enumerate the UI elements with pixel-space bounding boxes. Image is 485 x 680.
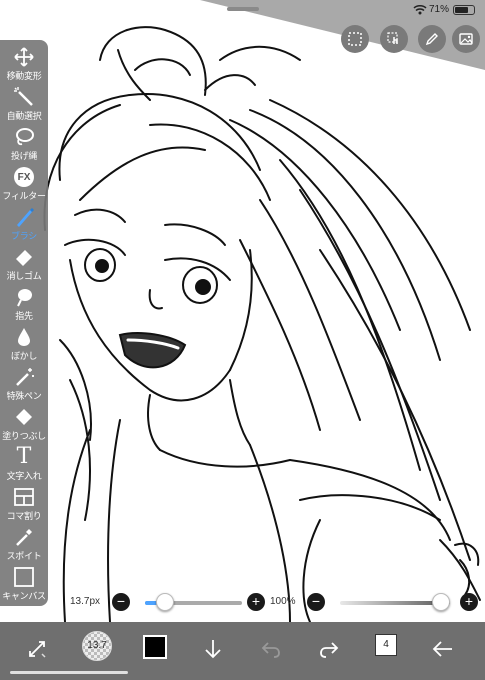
color-picker-button[interactable] <box>143 635 167 659</box>
special-pen-icon <box>16 368 34 386</box>
brush-size-decrease-button[interactable]: − <box>112 593 130 611</box>
battery-percentage: 71% <box>428 4 449 15</box>
tool-smudge[interactable]: 指先 <box>0 284 48 328</box>
tool-blur[interactable]: ぼかし <box>0 324 48 368</box>
image-button[interactable] <box>452 25 480 53</box>
move-icon <box>14 47 34 67</box>
opacity-decrease-button[interactable]: − <box>307 593 325 611</box>
arrow-left-icon <box>432 641 452 657</box>
tool-fill[interactable]: 塗りつぶし <box>0 404 48 448</box>
tool-special-pen[interactable]: 特殊ペン <box>0 364 48 408</box>
tool-label: フィルター <box>2 191 46 201</box>
bottom-toolbar: 13.7 4 <box>0 622 485 680</box>
tool-label: スポイト <box>6 551 42 561</box>
brush-size-increase-button[interactable]: + <box>247 593 265 611</box>
pen-settings-button[interactable] <box>418 25 446 53</box>
opacity-value: 100% <box>270 596 296 607</box>
download-button[interactable] <box>198 634 228 664</box>
image-icon <box>459 33 473 45</box>
tool-sidebar: 移動変形 自動選択 投げ縄 FX フィルター ブラシ 消しゴム 指先 ぼかし 特… <box>0 40 48 606</box>
selection-icon <box>348 32 362 46</box>
blur-icon <box>18 328 30 346</box>
smudge-icon <box>17 289 32 307</box>
brush-size-label: 13.7 <box>87 640 107 651</box>
canvas-icon <box>14 567 34 587</box>
back-button[interactable] <box>428 634 458 664</box>
tool-label: 投げ縄 <box>10 151 38 161</box>
brush-size-value: 13.7px <box>70 596 101 607</box>
tool-label: 自動選択 <box>6 111 42 121</box>
text-icon: T <box>16 444 32 469</box>
touch-icon <box>387 32 398 44</box>
tool-label: 塗りつぶし <box>2 431 46 441</box>
tool-move-transform[interactable]: 移動変形 <box>0 44 48 88</box>
wifi-icon <box>413 5 427 15</box>
opacity-increase-button[interactable]: + <box>460 593 478 611</box>
magic-wand-icon <box>14 87 33 106</box>
redo-icon <box>320 642 339 658</box>
tool-label: ぼかし <box>10 351 38 361</box>
brush-size-slider-thumb[interactable] <box>155 593 174 611</box>
tool-text[interactable]: T 文字入れ <box>0 444 48 488</box>
home-indicator[interactable] <box>10 671 128 674</box>
layers-button[interactable]: 4 <box>375 634 397 656</box>
tool-label: 文字入れ <box>6 471 42 481</box>
eyedropper-icon <box>16 529 32 546</box>
tool-label: 移動変形 <box>6 71 42 81</box>
arrow-down-icon <box>205 640 221 659</box>
tool-frame-divider[interactable]: コマ割り <box>0 484 48 528</box>
undo-icon <box>261 642 280 658</box>
opacity-slider-thumb[interactable] <box>432 593 450 611</box>
tool-label: ブラシ <box>11 231 37 241</box>
battery-icon <box>453 5 475 15</box>
selection-button[interactable] <box>341 25 369 53</box>
tool-filter[interactable]: FX フィルター <box>0 164 48 208</box>
redo-button[interactable] <box>314 634 344 664</box>
drawing-canvas[interactable] <box>0 0 485 622</box>
pen-icon <box>425 33 438 46</box>
frame-divider-icon <box>14 488 34 506</box>
tool-label: 特殊ペン <box>6 391 42 401</box>
swap-arrows-icon <box>29 641 46 658</box>
fx-icon: FX <box>14 167 34 187</box>
multitasking-indicator[interactable] <box>227 7 259 11</box>
undo-button[interactable] <box>256 634 286 664</box>
fill-icon <box>16 409 32 425</box>
touch-gesture-button[interactable] <box>380 25 408 53</box>
brush-slider-row: 13.7px − + 100% − + <box>0 590 485 616</box>
tool-lasso[interactable]: 投げ縄 <box>0 124 48 168</box>
tool-brush[interactable]: ブラシ <box>0 204 48 248</box>
tool-label: 消しゴム <box>6 271 42 281</box>
line-art-illustration <box>43 26 481 622</box>
tool-auto-select[interactable]: 自動選択 <box>0 84 48 128</box>
status-bar: 71% <box>0 0 485 20</box>
tool-eraser[interactable]: 消しゴム <box>0 244 48 288</box>
eraser-icon <box>16 250 32 266</box>
tool-eyedropper[interactable]: スポイト <box>0 524 48 568</box>
lasso-icon <box>16 128 34 146</box>
quick-menu-button[interactable] <box>22 634 52 664</box>
tool-label: コマ割り <box>6 511 42 521</box>
tool-label: 指先 <box>15 311 33 321</box>
brush-icon <box>17 208 34 227</box>
